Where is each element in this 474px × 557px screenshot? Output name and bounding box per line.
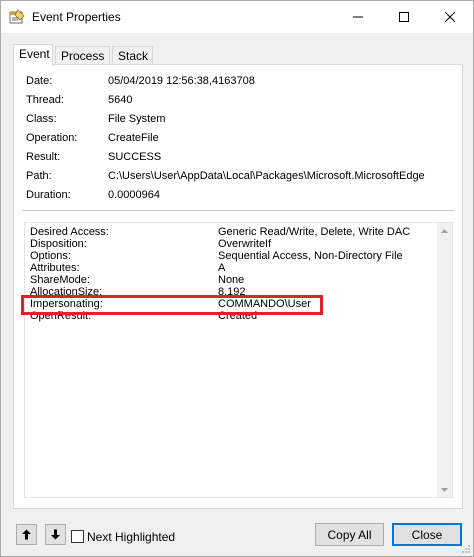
detail-label: Desired Access: [30, 226, 109, 238]
property-value: CreateFile [108, 132, 159, 144]
close-button[interactable]: Close [392, 523, 462, 546]
separator [22, 210, 454, 211]
maximize-button[interactable] [381, 1, 427, 33]
title-bar[interactable]: Event Properties [1, 1, 473, 33]
property-value: 0.0000964 [108, 189, 160, 201]
detail-label: Attributes: [30, 262, 80, 274]
property-value: C:\Users\User\AppData\Local\Packages\Mic… [108, 170, 425, 182]
property-label: Class: [26, 113, 57, 125]
vertical-scrollbar[interactable] [437, 223, 452, 497]
arrow-up-icon [22, 529, 31, 540]
detail-value: Generic Read/Write, Delete, Write DAC [218, 226, 411, 238]
property-row-duration: Duration: 0.0000964 [26, 189, 446, 205]
property-row-result: Result: SUCCESS [26, 151, 446, 167]
arrow-down-icon [51, 529, 60, 540]
scroll-up-button[interactable] [437, 223, 452, 238]
event-properties-icon [9, 9, 25, 25]
next-highlighted-label[interactable]: Next Highlighted [87, 530, 175, 544]
detail-row-disposition: Disposition: OverwriteIf [30, 238, 430, 250]
tab-process[interactable]: Process [55, 46, 110, 65]
detail-label: Options: [30, 250, 71, 262]
property-label: Thread: [26, 94, 64, 106]
window-title: Event Properties [32, 10, 121, 24]
property-row-operation: Operation: CreateFile [26, 132, 446, 148]
scroll-down-button[interactable] [437, 482, 452, 497]
details-listbox[interactable]: Desired Access: Generic Read/Write, Dele… [24, 222, 453, 498]
next-highlighted-button[interactable] [45, 524, 66, 545]
property-row-class: Class: File System [26, 113, 446, 129]
detail-value: Sequential Access, Non-Directory File [218, 250, 403, 262]
property-row-path: Path: C:\Users\User\AppData\Local\Packag… [26, 170, 446, 186]
close-window-button[interactable] [427, 1, 473, 33]
detail-value: OverwriteIf [218, 238, 272, 250]
detail-value: A [218, 262, 226, 274]
next-highlighted-checkbox[interactable] [71, 530, 84, 543]
property-row-thread: Thread: 5640 [26, 94, 446, 110]
detail-label: Disposition: [30, 238, 87, 250]
detail-row-options: Options: Sequential Access, Non-Director… [30, 250, 430, 262]
chevron-up-icon [441, 228, 448, 233]
detail-row-desired-access: Desired Access: Generic Read/Write, Dele… [30, 226, 430, 238]
tab-event[interactable]: Event [13, 44, 53, 66]
detail-row-attributes: Attributes: A [30, 262, 430, 274]
detail-value: None [218, 274, 245, 286]
property-value: SUCCESS [108, 151, 162, 163]
property-value: 5640 [108, 94, 133, 106]
previous-highlighted-button[interactable] [16, 524, 37, 545]
highlight-annotation [21, 295, 323, 315]
event-tab-panel: Date: 05/04/2019 12:56:38,4163708 Thread… [13, 64, 463, 509]
property-value: 05/04/2019 12:56:38,4163708 [108, 75, 255, 87]
property-label: Duration: [26, 189, 71, 201]
property-label: Path: [26, 170, 52, 182]
property-label: Operation: [26, 132, 78, 144]
chevron-down-icon [441, 487, 448, 492]
property-value: File System [108, 113, 166, 125]
detail-row-sharemode: ShareMode: None [30, 274, 430, 286]
property-label: Date: [26, 75, 53, 87]
event-properties-window: Event Properties Event Process Stack Dat… [0, 0, 474, 557]
maximize-icon [399, 12, 409, 22]
copy-all-button[interactable]: Copy All [315, 523, 384, 546]
property-row-date: Date: 05/04/2019 12:56:38,4163708 [26, 75, 446, 91]
close-icon [445, 12, 455, 22]
detail-label: ShareMode: [30, 274, 90, 286]
resize-grip-icon[interactable] [461, 544, 471, 554]
tab-stack[interactable]: Stack [112, 46, 153, 65]
minimize-button[interactable] [335, 1, 381, 33]
property-label: Result: [26, 151, 61, 163]
minimize-icon [353, 16, 363, 18]
